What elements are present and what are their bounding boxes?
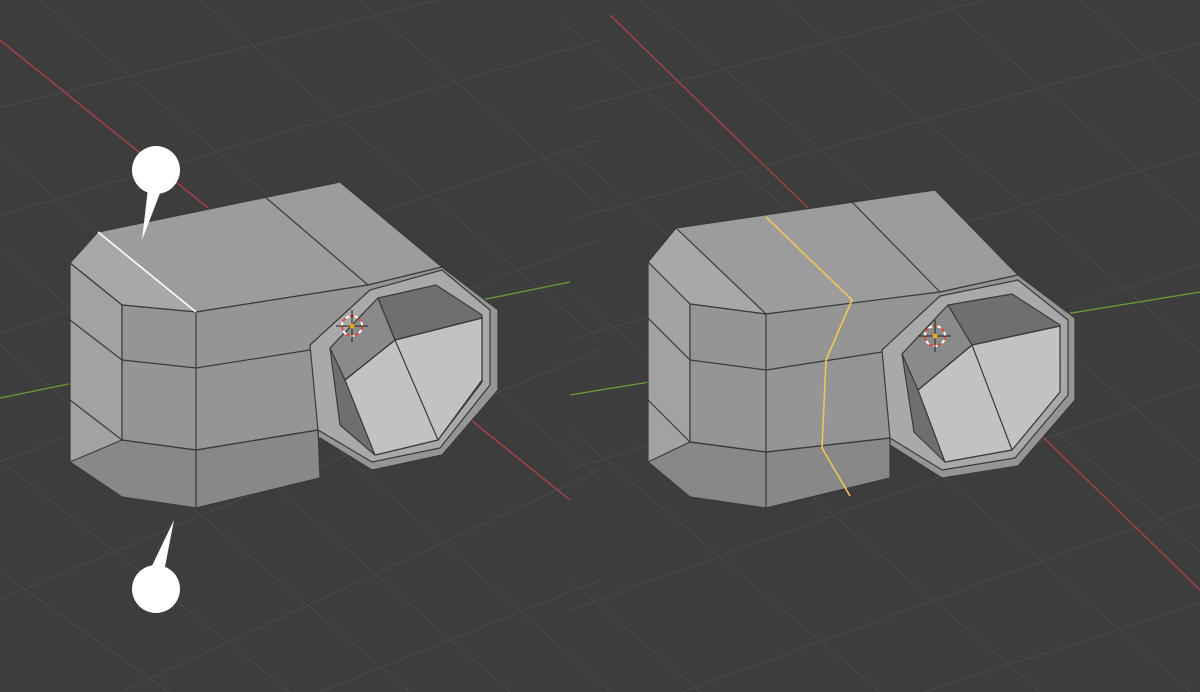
viewport[interactable] [0,0,1200,692]
mesh-object-before[interactable] [69,181,499,509]
mesh-object-after[interactable] [647,189,1076,509]
